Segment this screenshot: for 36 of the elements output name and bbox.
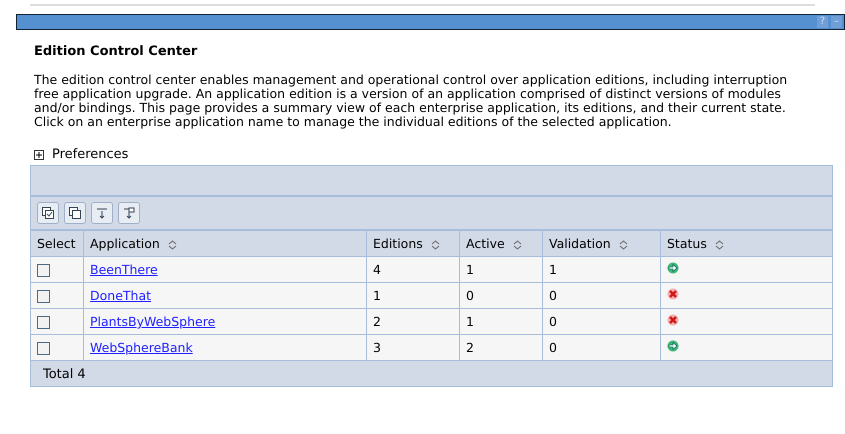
preferences-link[interactable]: Preferences (52, 147, 128, 162)
column-header[interactable]: Editions (366, 230, 460, 256)
page-title: Edition Control Center (34, 44, 198, 59)
clear-filter-icon[interactable] (118, 202, 140, 224)
select-all-icon[interactable] (37, 202, 59, 224)
row-checkbox[interactable] (37, 264, 50, 278)
column-header[interactable]: Active (460, 230, 542, 256)
column-header: Select (30, 230, 84, 256)
show-filter-icon[interactable] (91, 202, 113, 224)
deselect-all-icon[interactable] (64, 202, 86, 224)
table-cell: 1 (542, 256, 660, 282)
table-cell: 2 (366, 308, 460, 334)
application-link[interactable]: BeenThere (90, 262, 158, 277)
sort-icon[interactable] (512, 240, 522, 250)
table-cell: 0 (460, 282, 542, 308)
row-checkbox[interactable] (37, 342, 50, 356)
sort-icon[interactable] (714, 240, 724, 250)
sort-icon[interactable] (618, 240, 628, 250)
expand-icon[interactable] (34, 150, 44, 160)
table-cell: 1 (460, 308, 542, 334)
row-checkbox[interactable] (37, 290, 50, 304)
total-count: 4 (77, 366, 86, 382)
table-cell: 1 (460, 256, 542, 282)
sort-icon[interactable] (168, 240, 177, 250)
application-link[interactable]: DoneThat (90, 288, 152, 303)
column-header[interactable]: Validation (542, 230, 660, 256)
table-cell: 1 (366, 282, 460, 308)
table-cell: 0 (542, 308, 660, 334)
row-checkbox[interactable] (37, 316, 50, 330)
table-cell: 4 (366, 256, 460, 282)
sort-icon[interactable] (430, 240, 440, 250)
table-cell: 0 (542, 282, 660, 308)
total-label: Total (43, 366, 74, 382)
column-header[interactable]: Status (660, 230, 832, 256)
description-text: The edition control center enables management and operational control over application editions, including interruption free application upgrade. An application edition is a version of an application comprised of distinct versions of modules and/or bindings. This page provides a summary view of each enterprise application, its editions, and their current state. Click on an enterprise application name to manage the individual editions of the selected application. (34, 73, 788, 129)
column-header[interactable]: Application (84, 230, 366, 256)
